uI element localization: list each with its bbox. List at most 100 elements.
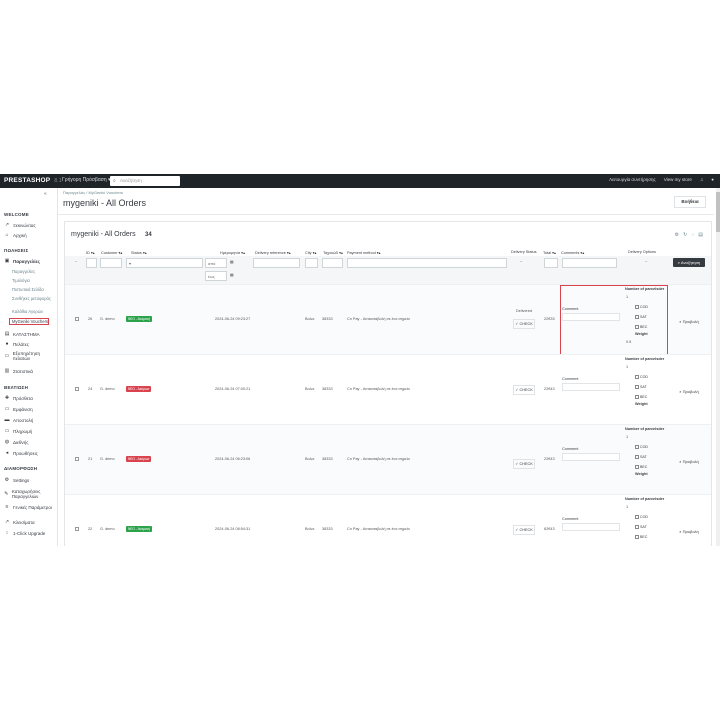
check-button[interactable]: ✓ CHECK	[513, 319, 535, 329]
help-button[interactable]: Βοήθεια	[674, 196, 706, 208]
row-checkbox[interactable]	[75, 457, 79, 461]
home-icon: ⌂	[5, 232, 9, 238]
bec-checkbox[interactable]: BEC	[635, 395, 647, 399]
filter-comments[interactable]	[562, 258, 617, 268]
sidebar-sub-transport[interactable]: Συνθήκες μεταφοράς	[12, 296, 51, 301]
sat-checkbox[interactable]: SAT	[635, 525, 647, 529]
refresh-icon[interactable]: ↻	[683, 232, 687, 238]
sidebar-item-orders[interactable]: ▣ Παραγγελίες	[4, 258, 40, 264]
sidebar-sub-credit[interactable]: Πιστωτικά Σελίδα	[12, 287, 44, 292]
col-date[interactable]: Ημερομηνία ▾▴	[220, 250, 245, 255]
parcels-label: Number of parcelsder	[625, 357, 665, 361]
sidebar-item-design[interactable]: ▭ Εμφάνιση	[4, 406, 33, 412]
check-button[interactable]: ✓ CHECK	[513, 459, 535, 469]
topbar-right: Λειτουργία συντήρησης View my store ♫ ●	[609, 177, 714, 182]
filter-status[interactable]: ▾	[126, 258, 203, 268]
sat-checkbox[interactable]: SAT	[635, 385, 647, 389]
order-total: 62€43	[544, 527, 555, 531]
filter-id[interactable]	[86, 258, 97, 268]
sidebar-item-support[interactable]: ▭ Εξυπηρέτηση πελατών	[4, 351, 57, 361]
sidebar-item-home[interactable]: ⌂ Αρχική	[4, 232, 26, 238]
bell-icon[interactable]: ♫	[700, 177, 703, 182]
col-zip[interactable]: Ταχυκώδ ▾▴	[323, 250, 343, 255]
comment-input[interactable]	[562, 453, 620, 461]
col-total[interactable]: Total ▾▴	[543, 250, 556, 255]
view-button[interactable]: ⌕ Προβολή	[677, 387, 701, 396]
view-button[interactable]: ⌕ Προβολή	[677, 527, 701, 536]
sidebar-item-order-settings[interactable]: ✎ Καταχωρήσεις Παραγγελιών	[4, 489, 57, 499]
page-scrollbar[interactable]	[716, 188, 720, 546]
filter-customer[interactable]	[100, 258, 122, 268]
prestashop-logo[interactable]: PRESTASHOP 8.1	[4, 177, 62, 184]
sat-checkbox[interactable]: SAT	[635, 455, 647, 459]
calendar-icon[interactable]: ▦	[230, 272, 234, 277]
sidebar-item-general[interactable]: ≡ Γενικές Παράμετροι	[4, 504, 52, 510]
settings-icon[interactable]: ⚙	[675, 232, 679, 238]
sidebar-sub-invoices[interactable]: Τιμολόγια	[12, 278, 30, 283]
filter-date-from[interactable]: από	[205, 258, 227, 268]
table-row[interactable]: 21 G. demo ΝΕΟ - Ακύρωσ 2024-06-24 06:23…	[65, 424, 711, 495]
upgrade-icon: ↕	[5, 530, 9, 536]
account-icon[interactable]: ●	[711, 177, 714, 182]
table-row[interactable]: 26 G. demo ΝΕΟ - Αναμονή 2024-06-24 09:2…	[65, 284, 711, 355]
scrollbar-thumb[interactable]	[716, 192, 720, 232]
bec-checkbox[interactable]: BEC	[635, 535, 647, 539]
maintenance-link[interactable]: Λειτουργία συντήρησης	[609, 177, 656, 182]
check-button[interactable]: ✓ CHECK	[513, 525, 535, 535]
cod-checkbox[interactable]: COD	[635, 515, 648, 519]
col-delivery-ref[interactable]: Delivery reference ▾▴	[255, 250, 291, 255]
comment-input[interactable]	[562, 523, 620, 531]
row-checkbox[interactable]	[75, 387, 79, 391]
sidebar-item-closures[interactable]: ↗ Κλεισίματα	[4, 519, 35, 525]
col-comments[interactable]: Comments ▾▴	[561, 250, 584, 255]
sidebar-item-upgrade[interactable]: ↕ 1-Click Upgrade	[4, 530, 46, 536]
col-id[interactable]: ID ▾▴	[86, 250, 95, 255]
sidebar-item-promotions[interactable]: ◂ Προωθήσεις	[4, 450, 38, 456]
view-button[interactable]: ⌕ Προβολή	[677, 317, 701, 326]
sidebar-item-settings[interactable]: ⚙ Settings	[4, 477, 30, 483]
col-customer[interactable]: Customer ▾▴	[101, 250, 122, 255]
search-button[interactable]: ⌕ Αναζήτηση	[673, 258, 705, 267]
breadcrumb[interactable]: Παραγγελίες / MyGeniki Vouchers	[63, 190, 123, 195]
sidebar-item-stats[interactable]: ▥ Στατιστικά	[4, 368, 33, 374]
order-payment: Cn Pay - Αντικαταβολή σε ένα σημείο	[347, 317, 410, 321]
calendar-icon[interactable]: ▦	[230, 259, 234, 264]
sidebar-sub-mygeniki[interactable]: MyGeniki Vouchers	[12, 319, 48, 324]
comment-input[interactable]	[562, 383, 620, 391]
sql-icon[interactable]: ◌	[691, 232, 694, 238]
filter-date-to[interactable]: έως	[205, 271, 227, 281]
cod-checkbox[interactable]: COD	[635, 375, 648, 379]
export-icon[interactable]: ▤	[698, 232, 703, 238]
view-store-link[interactable]: View my store	[664, 177, 692, 182]
collapse-icon[interactable]: «	[44, 191, 47, 197]
sidebar-item-payment[interactable]: ▭ Πληρωμή	[4, 428, 33, 434]
sidebar-sub-orders[interactable]: Παραγγελίες	[12, 269, 35, 274]
table-row[interactable]: 22 G. demo ΝΕΟ - Αναμονή 2024-06-24 08:5…	[65, 494, 711, 546]
row-checkbox[interactable]	[75, 317, 79, 321]
check-button[interactable]: ✓ CHECK	[513, 385, 535, 395]
sidebar-sub-carts[interactable]: Καλάθια Αγορών	[12, 309, 43, 314]
view-button[interactable]: ⌕ Προβολή	[677, 457, 701, 466]
filter-total[interactable]	[544, 258, 558, 268]
col-city[interactable]: City ▾▴	[305, 250, 316, 255]
sidebar-item-getting-started[interactable]: ↗ Ξεκινώντας	[4, 222, 36, 228]
search-input[interactable]: ⌕ Αναζήτηση	[110, 176, 180, 186]
sidebar-item-catalog[interactable]: ▤ ΚΑΤΑΣΤΗΜΑ	[4, 331, 40, 337]
sidebar-item-shipping[interactable]: ▬ Αποστολή	[4, 417, 34, 423]
sidebar-item-international[interactable]: ◍ Διεθνής	[4, 439, 29, 445]
col-delivery-status: Delivery Status	[511, 250, 537, 254]
filter-city[interactable]	[305, 258, 318, 268]
filter-zip[interactable]	[322, 258, 343, 268]
sidebar: « WELCOME ↗ Ξεκινώντας ⌂ Αρχική ΠΩΛΗΣΕΙΣ ▣…	[0, 188, 58, 546]
sidebar-item-modules[interactable]: ✚ Πρόσθετα	[4, 395, 33, 401]
table-row[interactable]: 24 G. demo ΝΕΟ - Ακύρωσ 2024-06-24 07:00…	[65, 354, 711, 425]
col-status[interactable]: Status ▾▴	[131, 250, 147, 255]
bec-checkbox[interactable]: BEC	[635, 465, 647, 469]
col-payment[interactable]: Payment method ▾▴	[347, 250, 381, 255]
filter-delivery-ref[interactable]	[253, 258, 300, 268]
row-checkbox[interactable]	[75, 527, 79, 531]
cod-checkbox[interactable]: COD	[635, 445, 648, 449]
sidebar-item-customers[interactable]: ● Πελάτες	[4, 341, 29, 347]
filter-payment[interactable]	[347, 258, 507, 268]
quick-access-menu[interactable]: Γρήγορη Πρόσβαση ▾	[62, 177, 111, 183]
